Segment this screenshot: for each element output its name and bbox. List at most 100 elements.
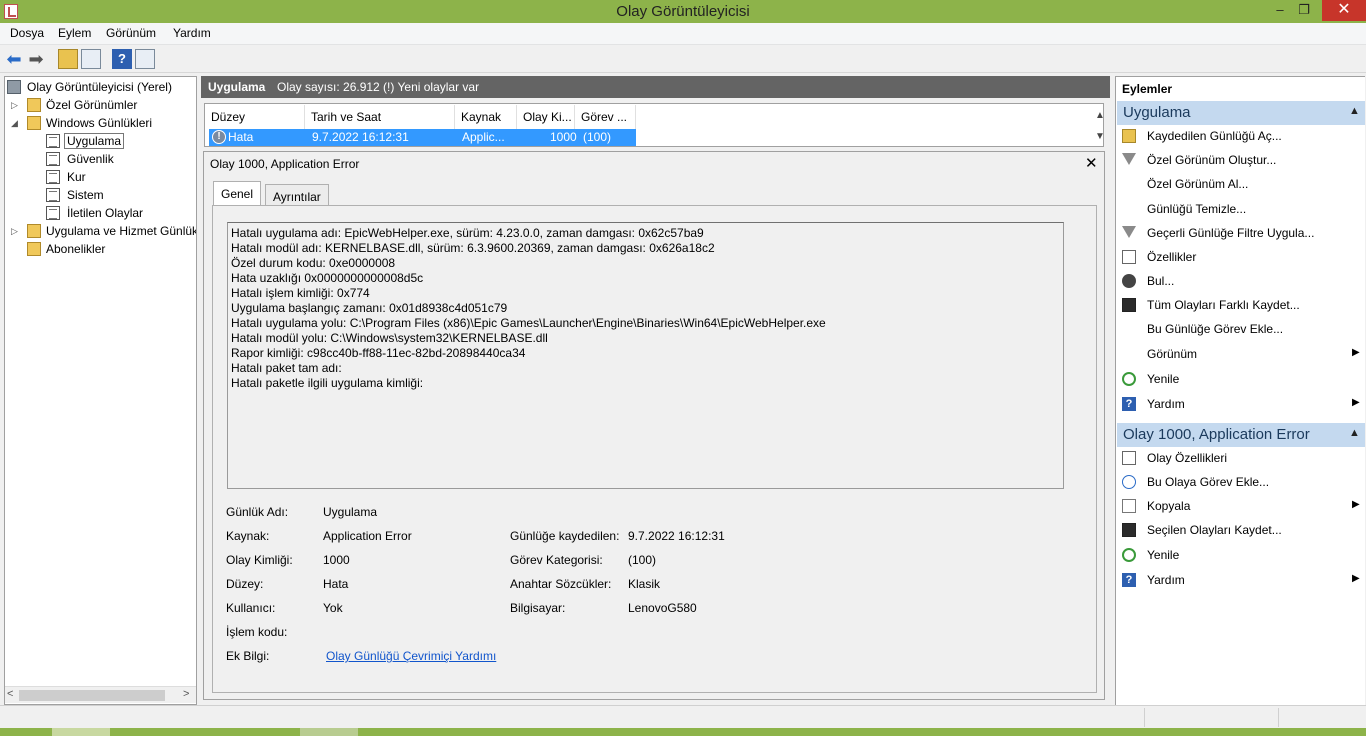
action-create-custom-view[interactable]: Özel Görünüm Oluştur... (1116, 150, 1364, 172)
column-tarih[interactable]: Tarih ve Saat (305, 105, 455, 129)
action-filter-log[interactable]: Geçerli Günlüğe Filtre Uygula... (1116, 223, 1364, 245)
folder-icon (27, 116, 41, 130)
help-icon[interactable]: ? (112, 49, 132, 69)
cell-level: Hata (228, 130, 254, 144)
taskbar-eventviewer-icon[interactable] (300, 728, 358, 736)
tree-horizontal-scrollbar[interactable]: < > (5, 686, 196, 703)
tree-item-custom-views[interactable]: ▷ Özel Görünümler (7, 96, 137, 114)
action-save-selected-events[interactable]: Seçilen Olayları Kaydet... (1116, 520, 1364, 542)
scroll-down-icon[interactable]: ▼ (1095, 131, 1105, 142)
show-hide-tree-icon[interactable] (81, 49, 101, 69)
tree-item-kur-label: Kur (67, 170, 86, 184)
tab-ayrintilar[interactable]: Ayrıntılar (265, 184, 329, 206)
menu-dosya[interactable]: Dosya (10, 26, 44, 40)
tree-item-kur[interactable]: Kur (7, 168, 86, 186)
task-category-label: Görev Kategorisi: (510, 553, 603, 567)
event-description-box[interactable]: Hatalı uygulama adı: EpicWebHelper.exe, … (227, 222, 1064, 489)
scroll-left-icon[interactable]: < (7, 688, 13, 700)
save-icon (1122, 298, 1136, 312)
action-view[interactable]: Görünüm ▶ (1116, 344, 1364, 366)
action-attach-task-event[interactable]: Bu Olaya Görev Ekle... (1116, 472, 1364, 494)
expand-arrow-icon[interactable]: ▷ (11, 222, 21, 240)
close-button[interactable]: ✕ (1322, 0, 1366, 21)
menu-eylem[interactable]: Eylem (58, 26, 91, 40)
cell-date: 9.7.2022 16:12:31 (312, 130, 409, 144)
user-label: Kullanıcı: (226, 601, 276, 615)
event-list: Düzey Tarih ve Saat Kaynak Olay Ki... Gö… (204, 103, 1105, 147)
title-bar: Olay Görüntüleyicisi – ❐ ✕ (0, 0, 1366, 23)
tree-item-root-label: Olay Görüntüleyicisi (Yerel) (27, 80, 172, 94)
tree-item-windows-logs[interactable]: ◢ Windows Günlükleri (7, 114, 152, 132)
online-help-link[interactable]: Olay Günlüğü Çevrimiçi Yardımı (326, 649, 496, 663)
action-find[interactable]: Bul... (1116, 271, 1364, 293)
tree-item-guvenlik[interactable]: Güvenlik (7, 150, 114, 168)
close-icon[interactable]: ✕ (1085, 154, 1098, 172)
action-import-custom-view[interactable]: Özel Görünüm Al... (1116, 174, 1364, 196)
menu-gorunum[interactable]: Görünüm (106, 26, 156, 40)
section-title: Olay 1000, Application Error (1123, 426, 1310, 443)
action-refresh-event[interactable]: Yenile (1116, 545, 1364, 567)
up-folder-icon[interactable] (58, 49, 78, 69)
action-refresh[interactable]: Yenile (1116, 369, 1364, 391)
action-event-properties[interactable]: Olay Özellikleri (1116, 448, 1364, 470)
action-open-saved-log[interactable]: Kaydedilen Günlüğü Aç... (1116, 126, 1364, 148)
scroll-up-icon[interactable]: ▲ (1095, 110, 1105, 121)
tree-item-uygulama[interactable]: Uygulama (7, 132, 125, 150)
collapse-arrow-icon[interactable]: ◢ (11, 114, 21, 132)
action-label: Kaydedilen Günlüğü Aç... (1147, 129, 1282, 143)
tree-item-iletilen-olaylar[interactable]: İletilen Olaylar (7, 204, 143, 222)
menu-yardim[interactable]: Yardım (173, 26, 211, 40)
tree-item-subscriptions[interactable]: Abonelikler (7, 240, 105, 258)
log-name-label: Günlük Adı: (226, 505, 289, 519)
general-tab-panel: Hatalı uygulama adı: EpicWebHelper.exe, … (212, 205, 1097, 693)
action-label: Yardım (1147, 573, 1185, 587)
help-icon: ? (1122, 573, 1136, 587)
scroll-right-icon[interactable]: > (183, 688, 189, 700)
event-detail-title: Olay 1000, Application Error (210, 157, 360, 171)
refresh-icon (1122, 372, 1136, 386)
tree-item-app-service-logs[interactable]: ▷ Uygulama ve Hizmet Günlük (7, 222, 196, 240)
back-arrow-icon[interactable]: ⬅ (4, 49, 24, 69)
logged-value: 9.7.2022 16:12:31 (628, 529, 725, 543)
error-icon: ! (212, 130, 226, 144)
event-properties-icon (1122, 451, 1136, 465)
column-olay-kimligi[interactable]: Olay Ki... (517, 105, 575, 129)
description-line: Hatalı modül yolu: C:\Windows\system32\K… (231, 331, 548, 345)
tree-item-sistem-label: Sistem (67, 188, 104, 202)
description-line: Hata uzaklığı 0x0000000000008d5c (231, 271, 424, 285)
tree-item-uygulama-label: Uygulama (64, 133, 125, 149)
taskbar-chrome-icon[interactable] (52, 728, 110, 736)
action-clear-log[interactable]: Günlüğü Temizle... (1116, 199, 1364, 221)
action-help-event[interactable]: ? Yardım ▶ (1116, 570, 1364, 592)
description-line: Hatalı modül adı: KERNELBASE.dll, sürüm:… (231, 241, 715, 255)
collapse-caret-icon[interactable]: ▲ (1349, 427, 1360, 439)
scroll-thumb[interactable] (19, 690, 165, 701)
tree-item-sistem[interactable]: Sistem (7, 186, 104, 204)
action-label: Geçerli Günlüğe Filtre Uygula... (1147, 226, 1315, 240)
tree-item-root[interactable]: Olay Görüntüleyicisi (Yerel) (7, 78, 172, 96)
opcode-label: İşlem kodu: (226, 625, 288, 639)
action-copy[interactable]: Kopyala ▶ (1116, 496, 1364, 518)
cell-source: Applic... (462, 130, 505, 144)
save-icon (1122, 523, 1136, 537)
show-hide-actions-icon[interactable] (135, 49, 155, 69)
task-clock-icon (1122, 475, 1136, 489)
action-attach-task-log[interactable]: Bu Günlüğe Görev Ekle... (1116, 319, 1364, 341)
action-properties[interactable]: Özellikler (1116, 247, 1364, 269)
column-kaynak[interactable]: Kaynak (455, 105, 517, 129)
action-help[interactable]: ? Yardım ▶ (1116, 394, 1364, 416)
table-row[interactable]: ! Hata 9.7.2022 16:12:31 Applic... 1000 … (209, 129, 636, 146)
action-label: Seçilen Olayları Kaydet... (1147, 523, 1282, 537)
log-name-value: Uygulama (323, 505, 378, 519)
actions-section-uygulama[interactable]: Uygulama ▲ (1117, 101, 1365, 125)
expand-arrow-icon[interactable]: ▷ (11, 96, 21, 114)
action-save-all-events[interactable]: Tüm Olayları Farklı Kaydet... (1116, 295, 1364, 317)
column-gorev[interactable]: Görev ... (575, 105, 636, 129)
collapse-caret-icon[interactable]: ▲ (1349, 105, 1360, 117)
maximize-button[interactable]: ❐ (1290, 0, 1318, 21)
actions-section-event[interactable]: Olay 1000, Application Error ▲ (1117, 423, 1365, 447)
column-duzey[interactable]: Düzey (205, 105, 305, 129)
forward-arrow-icon[interactable]: ➡ (26, 49, 46, 69)
tab-genel[interactable]: Genel (213, 181, 262, 206)
binoculars-icon (1122, 274, 1136, 288)
